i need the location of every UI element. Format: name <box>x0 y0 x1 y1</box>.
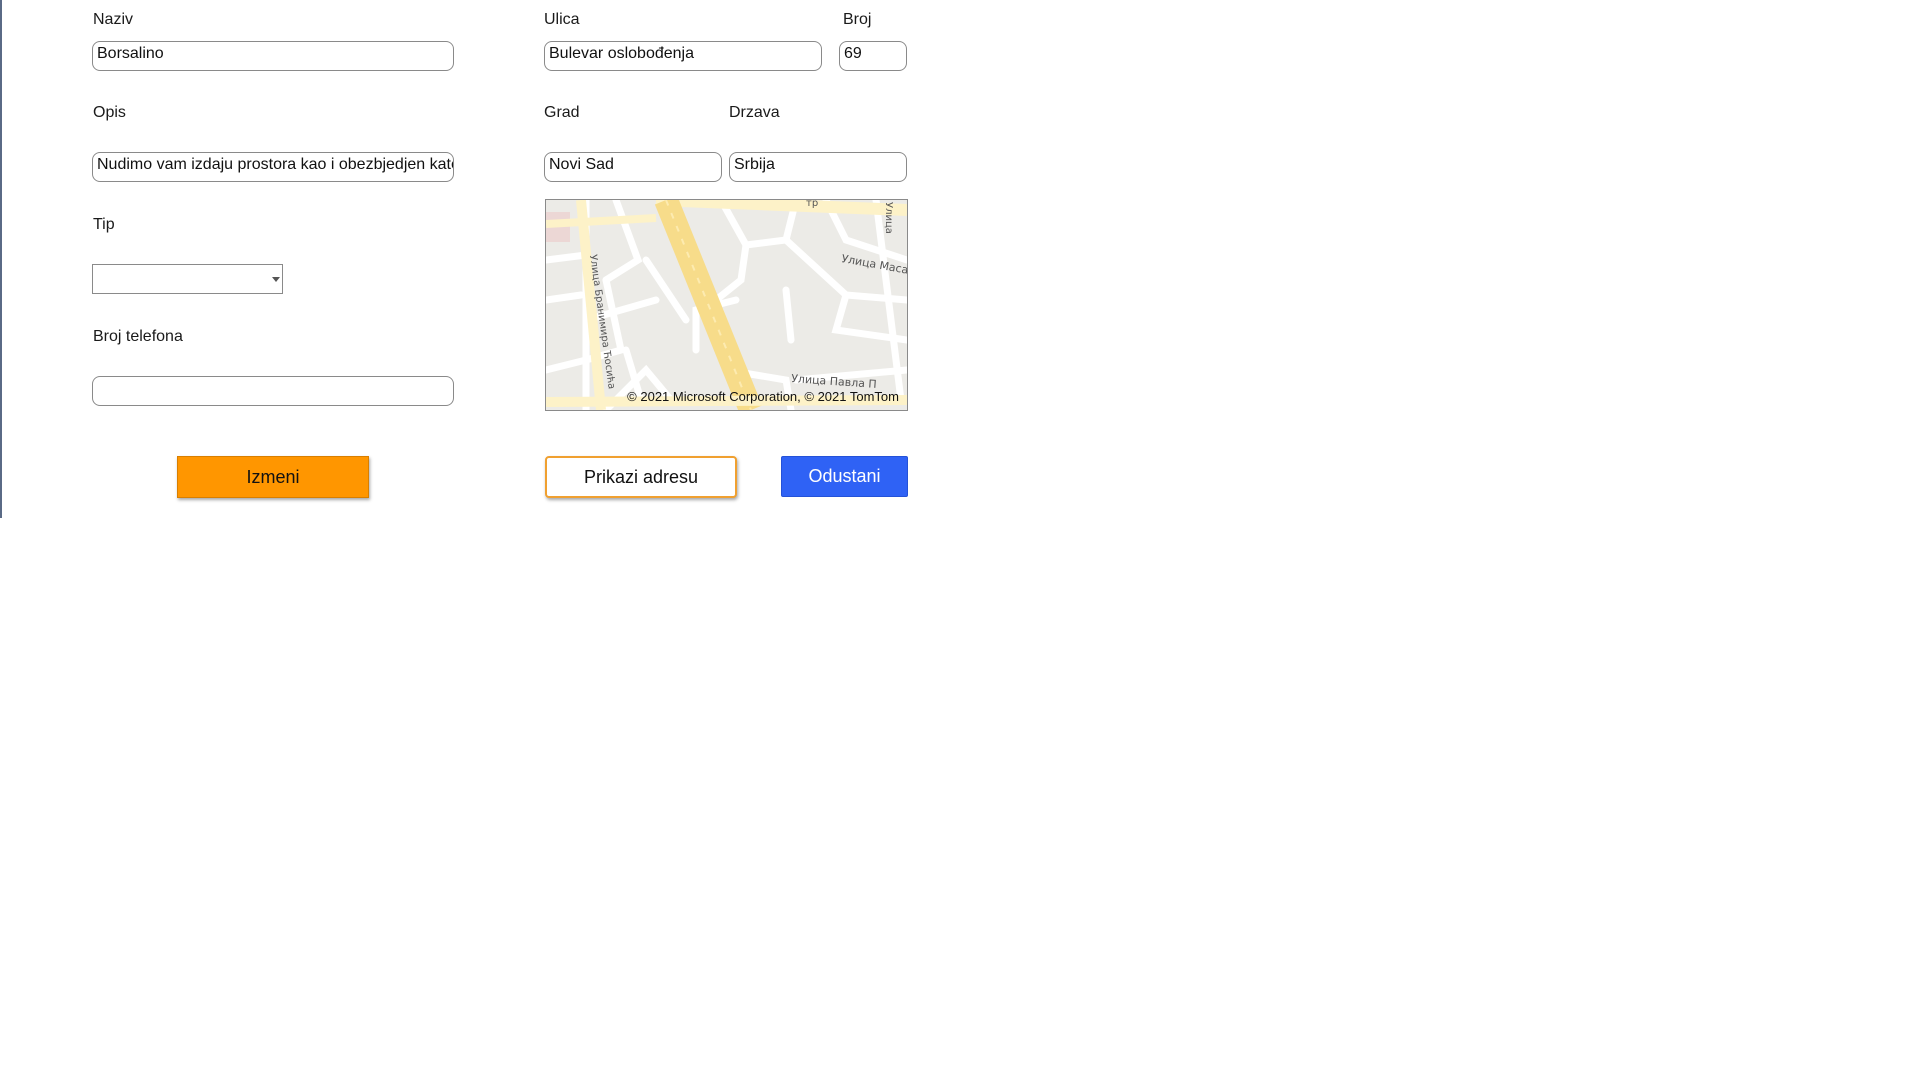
odustani-button[interactable]: Odustani <box>781 456 908 497</box>
map-street-label-5: тр <box>806 200 818 209</box>
tip-dropdown[interactable] <box>92 264 283 294</box>
chevron-down-icon <box>272 277 280 282</box>
telefon-input[interactable] <box>92 376 454 406</box>
map-copyright: © 2021 Microsoft Corporation, © 2021 Tom… <box>627 389 899 404</box>
map-view[interactable]: Улица Масар Улица Бранимира Ћосића Улица… <box>545 199 908 411</box>
opis-label: Opis <box>93 104 126 121</box>
broj-input[interactable]: 69 <box>839 41 907 71</box>
grad-input[interactable]: Novi Sad <box>544 152 722 182</box>
naziv-label: Naziv <box>93 11 134 28</box>
ulica-input[interactable]: Bulevar oslobođenja <box>544 41 822 71</box>
form-page: Naziv Borsalino Opis Nudimo vam izdaju p… <box>0 0 1920 1080</box>
drzava-input[interactable]: Srbija <box>729 152 907 182</box>
opis-input[interactable]: Nudimo vam izdaju prostora kao i obezbje… <box>92 152 454 182</box>
map-street-label-4: Улица <box>883 202 894 234</box>
broj-label: Broj <box>843 11 872 28</box>
grad-label: Grad <box>544 104 580 121</box>
telefon-label: Broj telefona <box>93 328 183 345</box>
window-left-border <box>0 0 2 518</box>
izmeni-button[interactable]: Izmeni <box>177 456 369 498</box>
naziv-input[interactable]: Borsalino <box>92 41 454 71</box>
prikazi-adresu-button[interactable]: Prikazi adresu <box>545 456 737 498</box>
tip-label: Tip <box>93 216 115 233</box>
drzava-label: Drzava <box>729 104 780 121</box>
map-tiles: Улица Масар Улица Бранимира Ћосића Улица… <box>546 200 907 410</box>
ulica-label: Ulica <box>544 11 580 28</box>
